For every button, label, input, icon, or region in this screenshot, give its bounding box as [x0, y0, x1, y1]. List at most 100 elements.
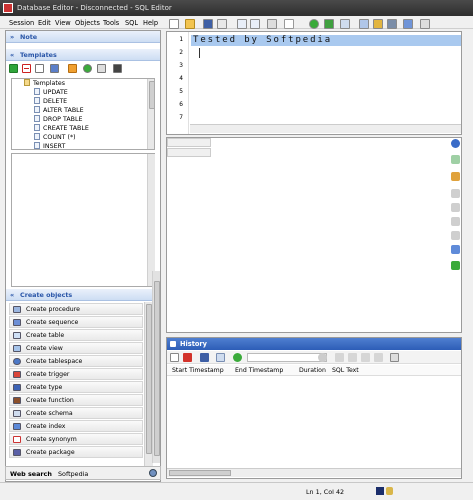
history-icon[interactable]: [451, 139, 460, 148]
column-end-timestamp[interactable]: End Timestamp: [235, 367, 283, 374]
export-icon[interactable]: [451, 172, 460, 181]
undo-icon[interactable]: [237, 19, 247, 29]
template-label: COUNT (*): [43, 134, 76, 141]
create-package-item[interactable]: Create package: [9, 446, 143, 458]
template-item[interactable]: COUNT (*): [34, 133, 76, 142]
delete-icon[interactable]: [183, 353, 192, 362]
templates-panel-header[interactable]: « Templates: [6, 49, 160, 61]
column-sql-text[interactable]: SQL Text: [332, 367, 359, 374]
menu-view[interactable]: View: [55, 19, 71, 27]
menu-session[interactable]: Session: [9, 19, 34, 27]
create-index-item[interactable]: Create index: [9, 420, 143, 432]
column-start-timestamp[interactable]: Start Timestamp: [172, 367, 224, 374]
new-icon[interactable]: [169, 19, 179, 29]
menu-objects[interactable]: Objects: [75, 19, 100, 27]
create-sequence-item[interactable]: Create sequence: [9, 316, 143, 328]
previous-icon[interactable]: [348, 353, 357, 362]
create-trigger-item[interactable]: Create trigger: [9, 368, 143, 380]
settings-icon[interactable]: [387, 19, 397, 29]
create-tablespace-item[interactable]: Create tablespace: [9, 355, 143, 367]
template-preview[interactable]: [11, 153, 155, 287]
templates-header-label: Templates: [20, 51, 57, 59]
save-all-icon[interactable]: [217, 19, 227, 29]
previous-record-icon[interactable]: [451, 203, 460, 212]
copy-icon[interactable]: [216, 353, 225, 362]
create-procedure-item[interactable]: Create procedure: [9, 303, 143, 315]
template-item[interactable]: CREATE TABLE: [34, 124, 89, 133]
template-item[interactable]: UPDATE: [34, 88, 68, 97]
run-dropdown-icon[interactable]: [284, 19, 294, 29]
create-objects-panel-header[interactable]: « Create objects: [6, 289, 160, 301]
rollback-icon[interactable]: [324, 19, 334, 29]
format-icon[interactable]: [359, 19, 369, 29]
create-synonym-item[interactable]: Create synonym: [9, 433, 143, 445]
redo-icon[interactable]: [250, 19, 260, 29]
create-view-item[interactable]: Create view: [9, 342, 143, 354]
refresh-icon[interactable]: [451, 261, 460, 270]
template-item[interactable]: DROP TABLE: [34, 115, 82, 124]
sql-editor[interactable]: 1 2 3 4 5 6 7 Tested by Softpedia: [166, 31, 462, 135]
commit-icon[interactable]: [309, 19, 319, 29]
tree-root[interactable]: Templates: [24, 79, 65, 88]
export-icon[interactable]: [50, 64, 59, 73]
rss-icon[interactable]: [68, 64, 77, 73]
window-icon[interactable]: [403, 19, 413, 29]
item-label: Create tablespace: [26, 358, 83, 365]
file-icon: [34, 97, 40, 104]
next-icon[interactable]: [361, 353, 370, 362]
save-icon[interactable]: [203, 19, 213, 29]
check-icon[interactable]: [83, 64, 92, 73]
grid-view-icon[interactable]: [451, 245, 460, 254]
menu-sql[interactable]: SQL: [125, 19, 138, 27]
first-record-icon[interactable]: [451, 189, 460, 198]
open-icon[interactable]: [185, 19, 195, 29]
template-item[interactable]: INSERT: [34, 142, 65, 149]
create-table-item[interactable]: Create table: [9, 329, 143, 341]
new-file-icon[interactable]: [35, 64, 44, 73]
print-preview-icon[interactable]: [420, 19, 430, 29]
delete-icon[interactable]: [22, 64, 31, 73]
create-function-item[interactable]: Create function: [9, 394, 143, 406]
menu-edit[interactable]: Edit: [38, 19, 51, 27]
create-schema-item[interactable]: Create schema: [9, 407, 143, 419]
editor-hscrollbar[interactable]: [190, 124, 461, 133]
print-icon[interactable]: [390, 353, 399, 362]
create-type-item[interactable]: Create type: [9, 381, 143, 393]
template-item[interactable]: ALTER TABLE: [34, 106, 84, 115]
new-icon[interactable]: [170, 353, 179, 362]
print-icon[interactable]: [267, 19, 277, 29]
editor-line-1[interactable]: Tested by Softpedia: [191, 35, 461, 46]
note-panel-header[interactable]: » Note: [6, 31, 160, 43]
template-item[interactable]: DELETE: [34, 97, 67, 106]
scroll-thumb[interactable]: [169, 470, 231, 476]
menu-help[interactable]: Help: [143, 19, 158, 27]
line-number: 6: [179, 101, 183, 108]
scroll-thumb[interactable]: [149, 81, 154, 109]
web-search-input[interactable]: Softpedia: [58, 470, 88, 478]
table-icon[interactable]: [451, 155, 460, 164]
results-grid[interactable]: [166, 137, 462, 333]
left-panel-scrollbar[interactable]: [152, 271, 160, 463]
last-icon[interactable]: [374, 353, 383, 362]
window-icon[interactable]: [97, 64, 106, 73]
add-icon[interactable]: [9, 64, 18, 73]
binoculars-icon[interactable]: [149, 469, 157, 477]
check-icon[interactable]: [233, 353, 242, 362]
search-icon[interactable]: [318, 353, 327, 362]
save-icon[interactable]: [200, 353, 209, 362]
history-title: History: [180, 340, 207, 348]
column-duration[interactable]: Duration: [299, 367, 326, 374]
highlight-icon[interactable]: [373, 19, 383, 29]
tree-scrollbar[interactable]: [147, 79, 154, 149]
history-search-input[interactable]: [247, 353, 327, 362]
history-hscrollbar[interactable]: [167, 468, 461, 477]
camera-icon[interactable]: [113, 64, 122, 73]
first-icon[interactable]: [335, 353, 344, 362]
line-number: 5: [179, 88, 183, 95]
menu-tools[interactable]: Tools: [103, 19, 119, 27]
explain-icon[interactable]: [340, 19, 350, 29]
next-record-icon[interactable]: [451, 217, 460, 226]
scroll-thumb[interactable]: [154, 281, 160, 456]
preview-scrollbar[interactable]: [147, 154, 155, 286]
last-record-icon[interactable]: [451, 231, 460, 240]
